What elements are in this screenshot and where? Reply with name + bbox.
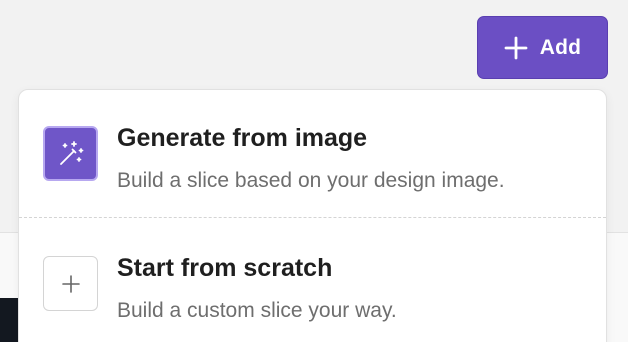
menu-item-start-from-scratch[interactable]: Start from scratch Build a custom slice … [19, 218, 606, 342]
menu-item-generate-from-image[interactable]: Generate from image Build a slice based … [19, 90, 606, 217]
add-button[interactable]: Add [477, 16, 608, 79]
menu-item-description: Build a custom slice your way. [117, 299, 397, 322]
plus-icon [43, 256, 98, 311]
plus-icon-glyph [61, 274, 80, 293]
add-slice-menu: Generate from image Build a slice based … [18, 89, 607, 342]
magic-wand-icon [43, 126, 98, 181]
background-dark-panel [0, 298, 20, 342]
add-button-label: Add [539, 35, 582, 59]
magic-wand-icon-glyph [59, 140, 83, 165]
menu-item-description: Build a slice based on your design image… [117, 169, 505, 192]
page: Add Generate from image Build a slice ba… [0, 0, 628, 342]
menu-item-title: Generate from image [117, 124, 368, 152]
menu-item-title: Start from scratch [117, 254, 333, 282]
plus-icon [504, 36, 528, 59]
